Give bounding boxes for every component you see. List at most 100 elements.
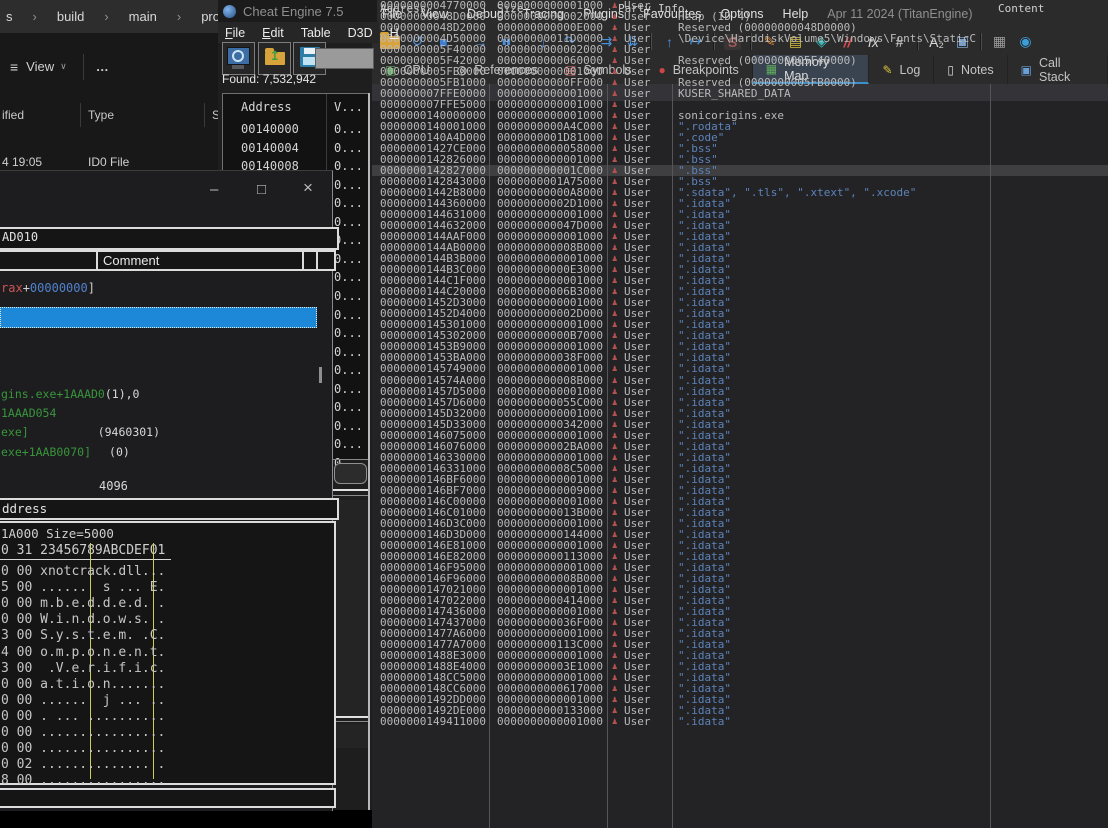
view-dropdown[interactable]: View bbox=[26, 59, 54, 74]
column-type[interactable]: Type bbox=[88, 108, 114, 122]
cheat-engine-logo-icon bbox=[223, 5, 236, 18]
memmap-address: 0000000146076000 bbox=[380, 441, 486, 452]
open-folder-icon: ↥ bbox=[265, 52, 285, 65]
found-row-value[interactable]: 0... bbox=[334, 345, 363, 359]
found-row-value[interactable]: 0... bbox=[334, 437, 363, 451]
hex-row[interactable]: 3 00 S.y.s.t.e.m. .C. bbox=[1, 628, 165, 643]
memmap-party: User bbox=[624, 397, 651, 408]
memmap-size: 0000000000001000 bbox=[497, 452, 603, 463]
found-row-value[interactable]: 0... bbox=[334, 363, 363, 377]
memmap-party: User bbox=[624, 386, 651, 397]
column-address[interactable]: Address bbox=[241, 100, 292, 114]
memmap-row[interactable]: 000000014633100000000000008C5000♟User".i… bbox=[372, 463, 1108, 474]
found-row-value[interactable]: 0... bbox=[334, 400, 363, 414]
cheat-engine-titlebar[interactable]: Cheat Engine 7.5 bbox=[218, 0, 377, 22]
more-options-button[interactable]: … bbox=[96, 59, 110, 74]
memmap-row[interactable]: 0000000145D320000000000000001000♟User".i… bbox=[372, 408, 1108, 419]
menu-item[interactable]: D3D bbox=[348, 26, 373, 40]
hex-row[interactable]: 0 00 ................ bbox=[1, 741, 165, 756]
menu-item[interactable]: Edit bbox=[262, 26, 284, 40]
found-row-value[interactable]: 0... bbox=[334, 122, 363, 136]
breadcrumb-item[interactable]: s bbox=[6, 9, 13, 24]
memmap-row[interactable]: 00000001460750000000000000001000♟User".i… bbox=[372, 430, 1108, 441]
memmap-party: User bbox=[624, 716, 651, 727]
memmap-row[interactable]: 000000014607600000000000002BA000♟User".i… bbox=[372, 441, 1108, 452]
memmap-address: 0000000146331000 bbox=[380, 463, 486, 474]
menu-item[interactable]: File bbox=[225, 26, 245, 40]
hex-row[interactable]: 8 00 ................ bbox=[1, 773, 165, 788]
memmap-row[interactable]: 0000000146BF60000000000000001000♟User".i… bbox=[372, 474, 1108, 485]
memmap-row[interactable]: 0000000145D330000000000000342000♟User".i… bbox=[372, 419, 1108, 430]
memmap-address: 0000000146075000 bbox=[380, 430, 486, 441]
hex-row[interactable]: 4 00 o.m.p.o.n.e.n.t. bbox=[1, 645, 165, 660]
found-row-value[interactable]: 0... bbox=[334, 159, 363, 173]
scrollbar-thumb[interactable] bbox=[334, 463, 367, 484]
hex-row[interactable]: 0 02 .............. . bbox=[1, 757, 165, 772]
open-table-button[interactable]: ↥ bbox=[258, 42, 291, 75]
disasm-line[interactable]: exe+1AAB0070](0) bbox=[1, 445, 130, 459]
hex-row[interactable]: 0 00 ................ bbox=[1, 725, 165, 740]
menu-item[interactable]: Table bbox=[301, 26, 331, 40]
hex-row[interactable]: 0 00 a.t.i.o.n....... bbox=[1, 677, 165, 692]
selected-disasm-row[interactable] bbox=[0, 307, 317, 328]
memmap-info: ".idata" bbox=[678, 716, 731, 727]
divider[interactable] bbox=[204, 103, 205, 127]
hex-row[interactable]: 3 00 .V.e.r.i.f.i.c. bbox=[1, 661, 165, 676]
found-row-value[interactable]: 0... bbox=[334, 382, 363, 396]
found-row-value[interactable]: 0... bbox=[334, 326, 363, 340]
disasm-value: 4096 bbox=[99, 479, 128, 493]
found-row-value[interactable]: 0... bbox=[334, 289, 363, 303]
hex-row[interactable]: 0 00 W.i.n.d.o.w.s. . bbox=[1, 612, 165, 627]
memmap-size: 000000000008B000 bbox=[497, 375, 603, 386]
address-input[interactable]: AD010 bbox=[0, 227, 339, 250]
select-process-button[interactable] bbox=[222, 42, 255, 75]
found-row-value[interactable]: 0... bbox=[334, 252, 363, 266]
found-row-address[interactable]: 00140004 bbox=[241, 141, 299, 155]
found-row-address[interactable]: 00140000 bbox=[241, 122, 299, 136]
found-row-value[interactable]: 0... bbox=[334, 141, 363, 155]
found-row-value[interactable]: 0... bbox=[334, 196, 363, 210]
menu-item[interactable]: H bbox=[390, 26, 399, 40]
hex-row[interactable]: 5 00 ...... s ... E. bbox=[1, 580, 165, 595]
found-row-value[interactable]: 0... bbox=[334, 178, 363, 192]
magnifier-icon bbox=[232, 50, 244, 62]
breadcrumb-item[interactable]: build bbox=[57, 9, 84, 24]
hex-row[interactable]: 0 00 ...... j ... .. bbox=[1, 693, 165, 708]
hex-view[interactable]: 1A000 Size=5000 0 31 23456789ABCDEF01 0 … bbox=[0, 521, 336, 785]
memmap-row[interactable]: 00000001457D50000000000000001000♟User".i… bbox=[372, 386, 1108, 397]
hex-row[interactable]: 0 00 xnotcrack.dll... bbox=[1, 564, 165, 579]
memmap-info: ".idata" bbox=[678, 430, 731, 441]
memmap-row[interactable]: 00000001494110000000000000001000♟User".i… bbox=[372, 716, 1108, 727]
disasm-line[interactable]: 1AAAD054 bbox=[1, 406, 56, 420]
column-value[interactable]: V... bbox=[334, 100, 363, 114]
column-modified[interactable]: ified bbox=[2, 108, 24, 122]
memmap-row[interactable]: 00000001457490000000000000001000♟User".i… bbox=[372, 363, 1108, 374]
memmap-size: 00000000008C5000 bbox=[497, 463, 603, 474]
memmap-row[interactable]: 00000001463300000000000000001000♟User".i… bbox=[372, 452, 1108, 463]
column-comment[interactable]: Comment bbox=[103, 253, 159, 268]
maximize-button[interactable]: □ bbox=[257, 181, 266, 198]
memmap-party: User bbox=[624, 430, 651, 441]
hex-row[interactable]: 0 00 . ... .......... bbox=[1, 709, 165, 724]
disasm-line[interactable]: exe](9460301) bbox=[1, 425, 160, 439]
breadcrumb-item[interactable]: main bbox=[129, 9, 157, 24]
memmap-address: 0000000145749000 bbox=[380, 363, 486, 374]
disasm-operand[interactable]: rax+00000000] bbox=[1, 281, 95, 295]
chevron-right-icon: › bbox=[33, 9, 37, 24]
memmap-info: ".idata" bbox=[678, 363, 731, 374]
divider bbox=[83, 54, 84, 80]
minimize-button[interactable]: – bbox=[210, 181, 218, 198]
scrollbar-thumb[interactable] bbox=[319, 367, 322, 383]
memmap-row[interactable]: 000000014574A000000000000008B000♟User".i… bbox=[372, 375, 1108, 386]
disasm-line[interactable]: gins.exe+1AAAD0(1),0 bbox=[1, 387, 139, 401]
hex-address-bar[interactable]: ddress bbox=[0, 498, 339, 520]
memmap-row[interactable]: 00000001457D6000000000000055C000♟User".i… bbox=[372, 397, 1108, 408]
close-button[interactable]: × bbox=[303, 178, 313, 198]
file-type: ID0 File bbox=[88, 155, 129, 169]
found-row-value[interactable]: 0... bbox=[334, 419, 363, 433]
found-row-value[interactable]: 0... bbox=[334, 308, 363, 322]
hex-row[interactable]: 0 00 m.b.e.d.d.e.d. . bbox=[1, 596, 165, 611]
divider[interactable] bbox=[80, 103, 81, 127]
memmap-info: ".idata" bbox=[678, 419, 731, 430]
found-row-value[interactable]: 0... bbox=[334, 270, 363, 284]
